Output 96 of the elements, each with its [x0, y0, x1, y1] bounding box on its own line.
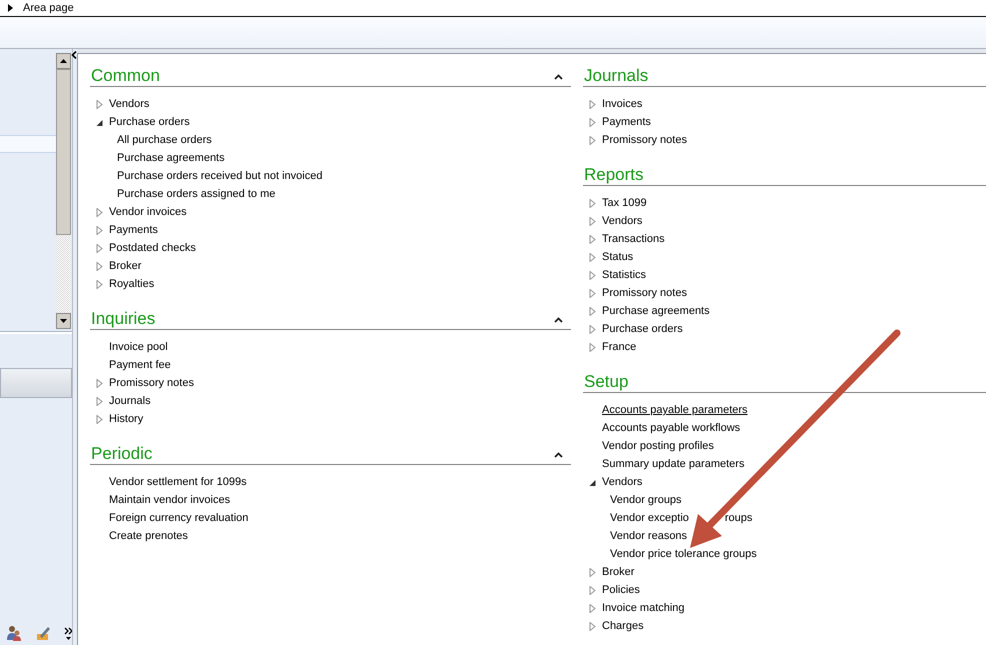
area-link[interactable]: Summary update parameters [602, 458, 744, 470]
area-link[interactable]: Purchase orders [109, 116, 190, 128]
area-link[interactable]: Vendor exceptio [610, 512, 689, 524]
area-link[interactable]: Purchase orders [602, 323, 683, 335]
area-link[interactable]: Journals [109, 395, 151, 407]
area-link[interactable]: Tax 1099 [602, 197, 647, 209]
expand-icon[interactable] [96, 378, 103, 388]
expand-icon[interactable] [589, 100, 596, 108]
expand-icon[interactable] [589, 306, 596, 316]
expand-icon[interactable] [589, 118, 596, 126]
section-title: Inquiries [91, 309, 156, 329]
area-link[interactable]: Promissory notes [602, 287, 687, 299]
area-link[interactable]: Purchase orders received but not invoiced [117, 170, 322, 182]
area-link[interactable]: Create prenotes [109, 530, 188, 542]
area-link[interactable]: Invoices [602, 98, 642, 110]
area-link[interactable]: Promissory notes [109, 377, 194, 389]
expand-icon[interactable] [96, 226, 103, 234]
expand-icon[interactable] [589, 252, 596, 262]
section-title: Reports [584, 165, 644, 185]
area-link[interactable]: France [602, 341, 636, 353]
collapse-icon[interactable] [554, 74, 563, 80]
expand-icon[interactable] [96, 414, 103, 424]
expand-icon[interactable] [589, 136, 596, 144]
expand-icon[interactable] [96, 208, 103, 216]
area-link[interactable]: Charges [602, 620, 644, 632]
breadcrumb[interactable]: Area page [23, 2, 74, 14]
expand-icon[interactable] [589, 288, 596, 298]
section-title: Periodic [91, 444, 152, 464]
collapse-pane-icon[interactable] [71, 51, 77, 59]
expand-icon[interactable] [589, 586, 596, 594]
area-link[interactable]: Postdated checks [109, 242, 196, 254]
area-link[interactable]: Purchase agreements [602, 305, 710, 317]
area-link[interactable]: Payments [602, 116, 651, 128]
expand-icon[interactable] [589, 324, 596, 334]
area-link[interactable]: Royalties [109, 278, 154, 290]
area-link[interactable]: Vendors [602, 476, 642, 488]
expand-icon[interactable] [96, 244, 103, 252]
area-link[interactable]: Accounts payable workflows [602, 422, 740, 434]
area-link[interactable]: roups [724, 512, 752, 524]
section-title: Journals [584, 66, 648, 86]
area-link[interactable]: Vendor price tolerance groups [610, 548, 757, 560]
expand-icon[interactable] [589, 234, 596, 244]
area-link[interactable]: Broker [602, 566, 634, 578]
section-title: Setup [584, 372, 628, 392]
up-arrow-icon [60, 59, 67, 63]
expanded-icon[interactable] [589, 478, 596, 486]
area-link[interactable]: Status [602, 251, 634, 263]
area-link[interactable]: Invoice pool [109, 341, 168, 353]
navigation-item[interactable] [0, 135, 56, 153]
expand-icon[interactable] [589, 216, 596, 226]
expand-arrow-icon[interactable] [8, 4, 13, 12]
expand-icon[interactable] [589, 604, 596, 612]
scroll-down-button[interactable] [56, 313, 71, 329]
area-link[interactable]: Statistics [602, 269, 646, 281]
expand-icon[interactable] [589, 270, 596, 280]
area-link[interactable]: Vendor reasons [610, 530, 688, 542]
more-chevron-icon[interactable] [64, 627, 72, 641]
area-link[interactable]: Promissory notes [602, 134, 687, 146]
area-link[interactable]: Vendors [109, 98, 150, 110]
area-link[interactable]: Maintain vendor invoices [109, 494, 230, 506]
section-title: Common [91, 66, 160, 86]
area-link[interactable]: Vendors [602, 215, 642, 227]
expand-icon[interactable] [96, 280, 103, 288]
area-link[interactable]: Foreign currency revaluation [109, 512, 248, 524]
collapse-icon[interactable] [554, 317, 563, 323]
navigation-button[interactable] [0, 368, 72, 398]
area-link[interactable]: Vendor invoices [109, 206, 187, 218]
area-link[interactable]: Payment fee [109, 359, 171, 371]
expand-icon[interactable] [589, 568, 596, 576]
area-link[interactable]: Vendor posting profiles [602, 440, 714, 452]
scrollbar[interactable] [56, 53, 71, 329]
area-link[interactable]: Policies [602, 584, 640, 596]
expand-icon[interactable] [589, 342, 596, 352]
expand-icon[interactable] [96, 396, 103, 406]
scroll-thumb[interactable] [56, 69, 71, 235]
area-link[interactable]: Payments [109, 224, 158, 236]
collapse-icon[interactable] [554, 452, 563, 458]
scroll-up-button[interactable] [56, 53, 71, 69]
area-link[interactable]: History [109, 413, 144, 425]
people-icon[interactable] [6, 625, 21, 641]
area-link[interactable]: Purchase orders assigned to me [117, 188, 276, 200]
area-link[interactable]: Purchase agreements [117, 152, 225, 164]
expand-icon[interactable] [96, 100, 103, 108]
area-link[interactable]: All purchase orders [117, 134, 212, 146]
area-link[interactable]: Broker [109, 260, 142, 272]
area-link[interactable]: Invoice matching [602, 602, 685, 614]
pencil-document-icon[interactable] [34, 625, 50, 641]
expand-icon[interactable] [96, 262, 103, 270]
area-link[interactable]: Accounts payable parameters [602, 404, 748, 416]
area-link[interactable]: Vendor settlement for 1099s [109, 476, 247, 488]
expanded-icon[interactable] [96, 118, 103, 126]
area-link[interactable]: Vendor groups [610, 494, 682, 506]
area-link[interactable]: Transactions [602, 233, 665, 245]
expand-icon[interactable] [589, 622, 596, 630]
down-arrow-icon [60, 319, 67, 323]
expand-icon[interactable] [589, 198, 596, 208]
